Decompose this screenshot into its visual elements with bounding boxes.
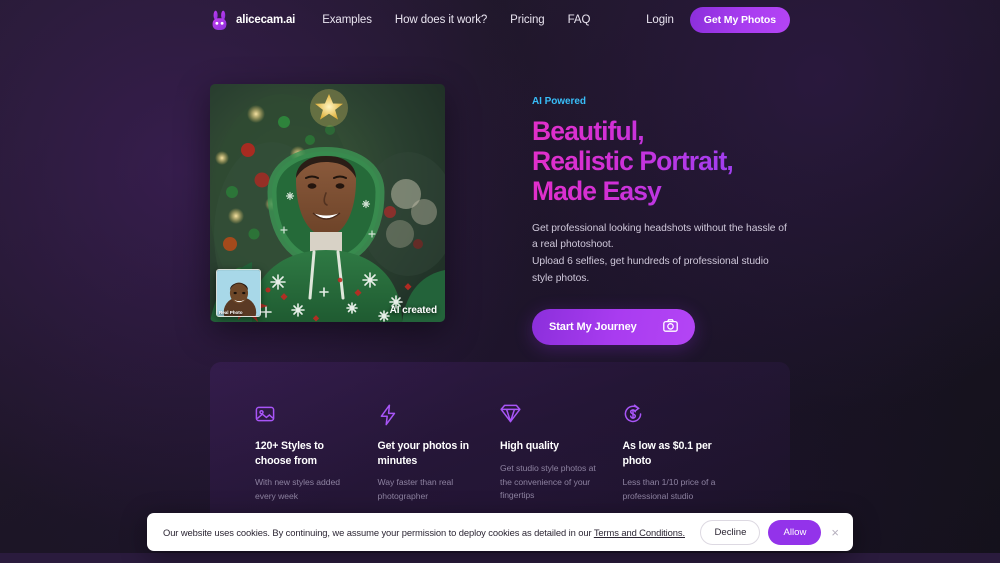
lightning-bolt-icon xyxy=(378,404,483,426)
main-navbar: alicecam.ai Examples How does it work? P… xyxy=(0,0,1000,40)
start-my-journey-button[interactable]: Start My Journey xyxy=(532,309,695,346)
nav-link-pricing[interactable]: Pricing xyxy=(510,14,545,26)
hero-copy: AI Powered Beautiful, Realistic Portrait… xyxy=(532,84,790,346)
page-root: alicecam.ai Examples How does it work? P… xyxy=(0,0,1000,563)
cookie-banner-text: Our website uses cookies. By continuing,… xyxy=(163,527,700,538)
real-photo-thumbnail: Real Photo xyxy=(216,269,261,317)
real-photo-label: Real Photo xyxy=(219,310,243,315)
headline-line-1: Beautiful, xyxy=(532,116,644,146)
image-icon xyxy=(255,404,360,426)
terms-and-conditions-link[interactable]: Terms and Conditions. xyxy=(594,527,685,538)
nav-actions: Login Get My Photos xyxy=(646,7,790,33)
rabbit-logo-icon xyxy=(210,10,229,31)
headline-line-3: Made Easy xyxy=(532,176,661,207)
hero-description-line-1: Get professional looking headshots witho… xyxy=(532,222,787,251)
nav-links: Examples How does it work? Pricing FAQ xyxy=(322,14,590,26)
feature-title: 120+ Styles to choose from xyxy=(255,440,324,467)
start-my-journey-label: Start My Journey xyxy=(549,321,637,334)
feature-title: High quality xyxy=(500,440,559,452)
cookie-banner-message: Our website uses cookies. By continuing,… xyxy=(163,526,594,538)
get-my-photos-button[interactable]: Get My Photos xyxy=(689,7,790,33)
hero-image-card: Real Photo AI created xyxy=(210,84,445,322)
feature-description: With new styles added every week xyxy=(255,477,340,502)
hero-description-line-2: Upload 6 selfies, get hundreds of profes… xyxy=(532,255,769,284)
feature-description: Less than 1/10 price of a professional s… xyxy=(622,477,716,502)
hero-description: Get professional looking headshots witho… xyxy=(532,221,790,288)
feature-title: As low as $0.1 per photo xyxy=(622,440,712,467)
camera-icon xyxy=(662,319,678,335)
feature-title: Get your photos in minutes xyxy=(377,440,470,467)
page-bottom-strip xyxy=(0,553,1000,563)
page-title: Beautiful, Realistic Portrait, Made Easy xyxy=(532,116,790,207)
nav-link-faq[interactable]: FAQ xyxy=(568,14,591,26)
allow-button[interactable]: Allow xyxy=(768,519,822,545)
brand-logo[interactable]: alicecam.ai xyxy=(210,10,295,31)
dollar-refresh-icon xyxy=(623,404,728,426)
hero-section: Real Photo AI created AI Powered Beautif… xyxy=(210,84,790,346)
hero-eyebrow: AI Powered xyxy=(532,96,586,107)
cookie-consent-banner: Our website uses cookies. By continuing,… xyxy=(147,513,853,551)
feature-description: Get studio style photos at the convenien… xyxy=(500,462,596,501)
close-icon[interactable]: × xyxy=(831,526,839,539)
nav-link-how-does-it-work[interactable]: How does it work? xyxy=(395,14,487,26)
decline-button[interactable]: Decline xyxy=(700,519,761,545)
feature-description: Way faster than real photographer xyxy=(377,477,454,502)
diamond-icon xyxy=(500,404,605,426)
headline-line-2: Realistic Portrait, xyxy=(532,146,733,177)
nav-link-examples[interactable]: Examples xyxy=(322,14,372,26)
ai-created-label: AI created xyxy=(389,305,437,316)
brand-name: alicecam.ai xyxy=(236,14,296,26)
login-link[interactable]: Login xyxy=(646,14,674,26)
